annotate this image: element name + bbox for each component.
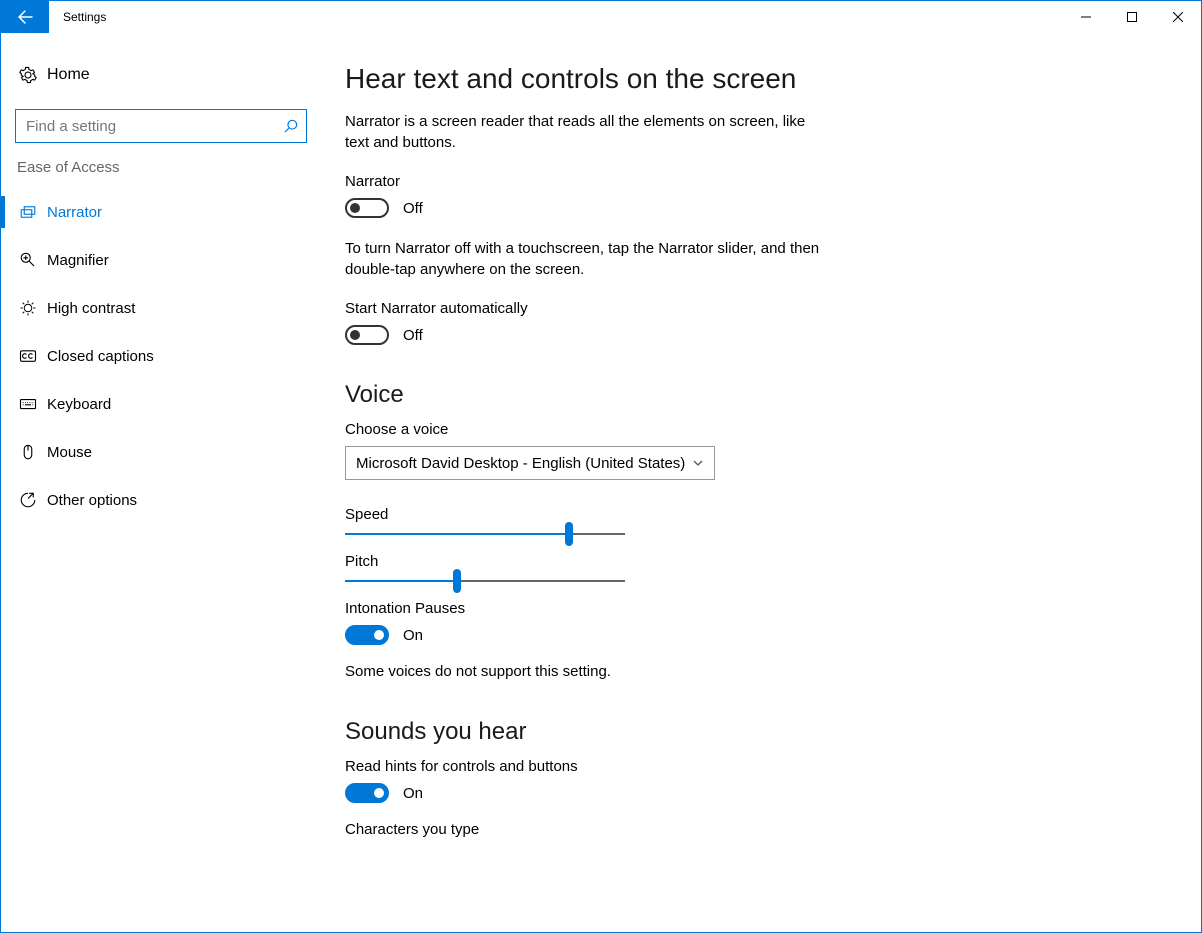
back-arrow-icon (17, 9, 33, 25)
speed-label: Speed (345, 506, 1161, 523)
home-label: Home (47, 66, 90, 84)
sidebar-item-label: High contrast (47, 300, 135, 317)
other-options-icon (19, 491, 47, 509)
mouse-icon (19, 443, 47, 461)
window-title: Settings (49, 1, 1063, 33)
sidebar-item-high-contrast[interactable]: High contrast (1, 284, 321, 332)
gear-icon (19, 66, 47, 84)
sidebar-item-narrator[interactable]: Narrator (1, 188, 321, 236)
intonation-label: Intonation Pauses (345, 600, 1161, 617)
home-button[interactable]: Home (1, 51, 321, 99)
sidebar-item-mouse[interactable]: Mouse (1, 428, 321, 476)
content-pane: Hear text and controls on the screen Nar… (321, 33, 1201, 932)
chevron-down-icon (692, 457, 704, 469)
intro-text: Narrator is a screen reader that reads a… (345, 111, 825, 153)
magnifier-icon (19, 251, 47, 269)
sounds-heading: Sounds you hear (345, 718, 1161, 746)
hints-label: Read hints for controls and buttons (345, 758, 1161, 775)
pitch-slider-thumb[interactable] (453, 569, 461, 593)
page-heading: Hear text and controls on the screen (345, 63, 1161, 95)
auto-start-label: Start Narrator automatically (345, 300, 1161, 317)
auto-start-toggle[interactable] (345, 325, 389, 345)
sidebar-item-label: Mouse (47, 444, 92, 461)
chars-label: Characters you type (345, 821, 1161, 838)
sidebar-item-other-options[interactable]: Other options (1, 476, 321, 524)
search-icon (284, 119, 298, 133)
sidebar-item-label: Other options (47, 492, 137, 509)
speed-slider-fill (345, 533, 569, 535)
hints-toggle[interactable] (345, 783, 389, 803)
titlebar: Settings (1, 1, 1201, 33)
sidebar-item-keyboard[interactable]: Keyboard (1, 380, 321, 428)
intonation-toggle-state: On (403, 627, 423, 644)
auto-start-toggle-state: Off (403, 327, 423, 344)
search-box[interactable] (15, 109, 307, 143)
pitch-label: Pitch (345, 553, 1161, 570)
sidebar-item-label: Narrator (47, 204, 102, 221)
high-contrast-icon (19, 299, 47, 317)
narrator-toggle-label: Narrator (345, 173, 1161, 190)
narrator-toggle-state: Off (403, 200, 423, 217)
touch-off-note: To turn Narrator off with a touchscreen,… (345, 238, 825, 280)
pitch-slider-fill (345, 580, 457, 582)
window-controls (1063, 1, 1201, 33)
narrator-toggle[interactable] (345, 198, 389, 218)
sidebar-item-closed-captions[interactable]: Closed captions (1, 332, 321, 380)
pitch-slider[interactable] (345, 580, 625, 582)
category-label: Ease of Access (1, 159, 321, 176)
minimize-icon (1081, 12, 1091, 22)
speed-slider[interactable] (345, 533, 625, 535)
maximize-icon (1127, 12, 1137, 22)
hints-toggle-state: On (403, 785, 423, 802)
minimize-button[interactable] (1063, 1, 1109, 33)
voice-dropdown[interactable]: Microsoft David Desktop - English (Unite… (345, 446, 715, 480)
sidebar-item-label: Closed captions (47, 348, 154, 365)
speed-slider-thumb[interactable] (565, 522, 573, 546)
back-button[interactable] (1, 1, 49, 33)
maximize-button[interactable] (1109, 1, 1155, 33)
sidebar-item-label: Keyboard (47, 396, 111, 413)
choose-voice-label: Choose a voice (345, 421, 1161, 438)
intonation-note: Some voices do not support this setting. (345, 661, 825, 682)
sidebar-item-magnifier[interactable]: Magnifier (1, 236, 321, 284)
sidebar-item-label: Magnifier (47, 252, 109, 269)
keyboard-icon (19, 395, 47, 413)
close-button[interactable] (1155, 1, 1201, 33)
search-input[interactable] (24, 117, 284, 136)
closed-captions-icon (19, 347, 47, 365)
voice-heading: Voice (345, 381, 1161, 409)
sidebar: Home Ease of Access Narrator Magnifier (1, 33, 321, 932)
voice-selected-value: Microsoft David Desktop - English (Unite… (356, 455, 685, 472)
close-icon (1173, 12, 1183, 22)
intonation-toggle[interactable] (345, 625, 389, 645)
narrator-icon (19, 203, 47, 221)
